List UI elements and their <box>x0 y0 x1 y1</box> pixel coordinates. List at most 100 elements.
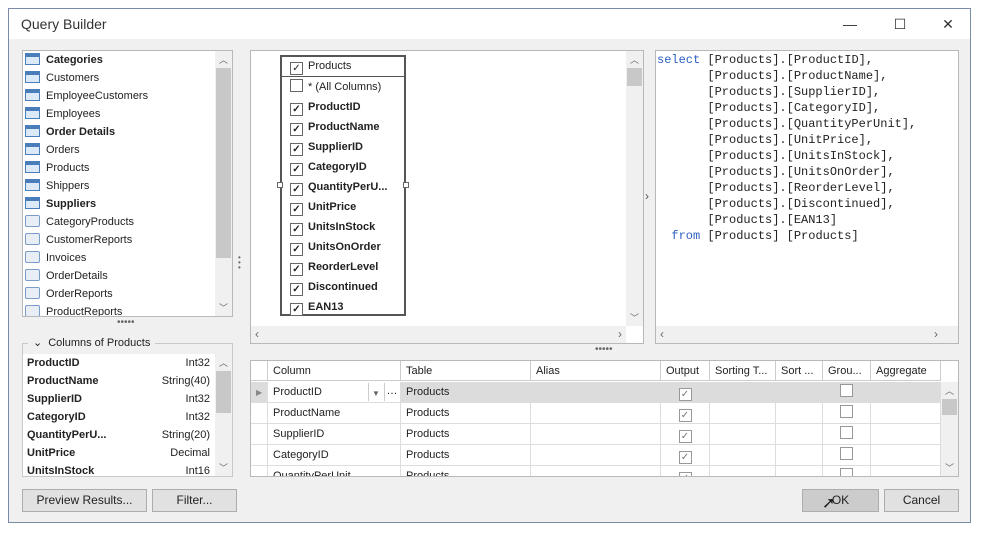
grid-header-0[interactable]: Column <box>268 361 401 381</box>
ok-button[interactable]: OK <box>802 489 879 512</box>
columns-group-header[interactable]: ⌄ Columns of Products <box>28 336 156 350</box>
table-box-row[interactable]: ✓ ProductID <box>290 97 361 117</box>
list-item[interactable]: Suppliers <box>25 195 96 213</box>
output-cell[interactable]: ✓ <box>661 424 710 445</box>
columns-list[interactable]: ProductID Int32 ProductName String(40) Suppl… <box>23 354 232 476</box>
resize-handle[interactable] <box>277 182 283 188</box>
output-checkbox[interactable]: ✓ <box>678 472 692 476</box>
scroll-left-icon[interactable]: ‹ <box>255 327 259 341</box>
list-item[interactable]: Orders <box>25 141 80 159</box>
preview-results-button[interactable]: Preview Results... <box>22 489 147 512</box>
column-row[interactable]: ProductID Int32 <box>27 354 212 372</box>
row-indicator[interactable] <box>251 424 268 445</box>
aggregate-cell[interactable] <box>871 424 941 445</box>
table-box-row[interactable]: ✓ UnitPrice <box>290 197 356 217</box>
sort-order-cell[interactable] <box>776 466 823 476</box>
list-item[interactable]: CustomerReports <box>25 231 132 249</box>
column-cell[interactable]: SupplierID <box>268 424 401 445</box>
group-by-cell[interactable] <box>823 382 871 403</box>
sorting-type-cell[interactable] <box>710 466 776 476</box>
list-item[interactable]: Shippers <box>25 177 89 195</box>
chevron-down-icon[interactable]: ⌄ <box>33 337 42 349</box>
products-table-box[interactable]: ✓ Products * (All Columns) ✓ ProductID ✓ Prod… <box>280 55 406 316</box>
columns-scrollbar[interactable]: ︿ ﹀ <box>215 354 232 476</box>
sorting-type-cell[interactable] <box>710 424 776 445</box>
output-cell[interactable]: ✓ <box>661 445 710 466</box>
grid-header-6[interactable]: Grou... <box>823 361 871 381</box>
scroll-right-icon[interactable]: › <box>934 327 938 341</box>
table-cell[interactable]: Products <box>401 424 531 445</box>
sorting-type-cell[interactable] <box>710 445 776 466</box>
sort-order-cell[interactable] <box>776 382 823 403</box>
alias-cell[interactable] <box>531 382 661 403</box>
expand-arrow-icon[interactable]: › <box>645 189 649 203</box>
diagram-hscroll[interactable]: ‹ › <box>251 326 626 343</box>
table-cell[interactable]: Products <box>401 403 531 424</box>
column-row[interactable]: UnitsInStock Int16 <box>27 462 212 476</box>
tables-list[interactable]: Categories Customers EmployeeCustomers Empl… <box>22 50 233 317</box>
sort-order-cell[interactable] <box>776 445 823 466</box>
scroll-down-icon[interactable]: ﹀ <box>215 301 232 314</box>
sorting-type-cell[interactable] <box>710 382 776 403</box>
grid-header-7[interactable]: Aggregate <box>871 361 941 381</box>
scroll-up-icon[interactable]: ︿ <box>215 356 232 369</box>
checked-checkbox[interactable]: ✓ <box>290 243 303 256</box>
group-by-checkbox[interactable] <box>840 405 853 418</box>
list-item[interactable]: Customers <box>25 69 99 87</box>
checked-checkbox[interactable]: ✓ <box>290 143 303 156</box>
row-indicator[interactable] <box>251 466 268 476</box>
table-box-header[interactable]: ✓ Products <box>282 57 404 77</box>
group-by-cell[interactable] <box>823 403 871 424</box>
checked-checkbox[interactable]: ✓ <box>290 163 303 176</box>
scroll-thumb[interactable] <box>627 68 642 86</box>
table-cell[interactable]: Products <box>401 382 531 403</box>
group-by-cell[interactable] <box>823 466 871 476</box>
sort-order-cell[interactable] <box>776 403 823 424</box>
list-item[interactable]: EmployeeCustomers <box>25 87 148 105</box>
alias-cell[interactable] <box>531 445 661 466</box>
row-indicator[interactable] <box>251 403 268 424</box>
table-box-row[interactable]: ✓ QuantityPerU... <box>290 177 387 197</box>
list-item[interactable]: OrderReports <box>25 285 113 303</box>
output-checkbox[interactable]: ✓ <box>678 451 692 464</box>
aggregate-cell[interactable] <box>871 445 941 466</box>
scroll-left-icon[interactable]: ‹ <box>660 327 664 341</box>
table-box-row[interactable]: ✓ ProductName <box>290 117 380 137</box>
column-row[interactable]: CategoryID Int32 <box>27 408 212 426</box>
group-by-checkbox[interactable] <box>840 468 853 476</box>
maximize-button[interactable]: ☐ <box>885 13 915 35</box>
sort-order-cell[interactable] <box>776 424 823 445</box>
table-box-row[interactable]: ✓ Discontinued <box>290 277 378 297</box>
table-box-row[interactable]: ✓ UnitsOnOrder <box>290 237 381 257</box>
table-box-row[interactable]: ✓ CategoryID <box>290 157 367 177</box>
table-box-row[interactable]: ✓ SupplierID <box>290 137 363 157</box>
column-row[interactable]: SupplierID Int32 <box>27 390 212 408</box>
grid-header-1[interactable]: Table <box>401 361 531 381</box>
grid-scrollbar[interactable]: ︿ ﹀ <box>941 382 958 476</box>
table-box-row[interactable]: ✓ UnitsInStock <box>290 217 375 237</box>
aggregate-cell[interactable] <box>871 466 941 476</box>
list-item[interactable]: CategoryProducts <box>25 213 134 231</box>
alias-cell[interactable] <box>531 424 661 445</box>
alias-cell[interactable] <box>531 403 661 424</box>
table-cell[interactable]: Products <box>401 445 531 466</box>
grid-header-3[interactable]: Output <box>661 361 710 381</box>
group-by-cell[interactable] <box>823 445 871 466</box>
output-cell[interactable]: ✓ <box>661 403 710 424</box>
checked-checkbox[interactable]: ✓ <box>290 183 303 196</box>
output-cell[interactable]: ✓ <box>661 466 710 476</box>
table-box-row[interactable]: * (All Columns) <box>290 77 381 97</box>
output-cell[interactable]: ✓ <box>661 382 710 403</box>
ellipsis-button[interactable]: … <box>384 383 399 401</box>
resize-handle[interactable] <box>403 182 409 188</box>
columns-grid[interactable]: Column Table Alias Output Sorting T... Sort .… <box>250 360 959 477</box>
list-item[interactable]: ProductReports <box>25 303 122 316</box>
checked-checkbox[interactable]: ✓ <box>290 223 303 236</box>
checked-checkbox[interactable]: ✓ <box>290 123 303 136</box>
sorting-type-cell[interactable] <box>710 403 776 424</box>
scroll-down-icon[interactable]: ﹀ <box>941 461 958 474</box>
table-checkbox[interactable]: ✓ <box>290 62 303 75</box>
column-cell[interactable]: ProductName <box>268 403 401 424</box>
horizontal-splitter[interactable]: ••••• <box>595 344 613 355</box>
group-by-checkbox[interactable] <box>840 447 853 460</box>
